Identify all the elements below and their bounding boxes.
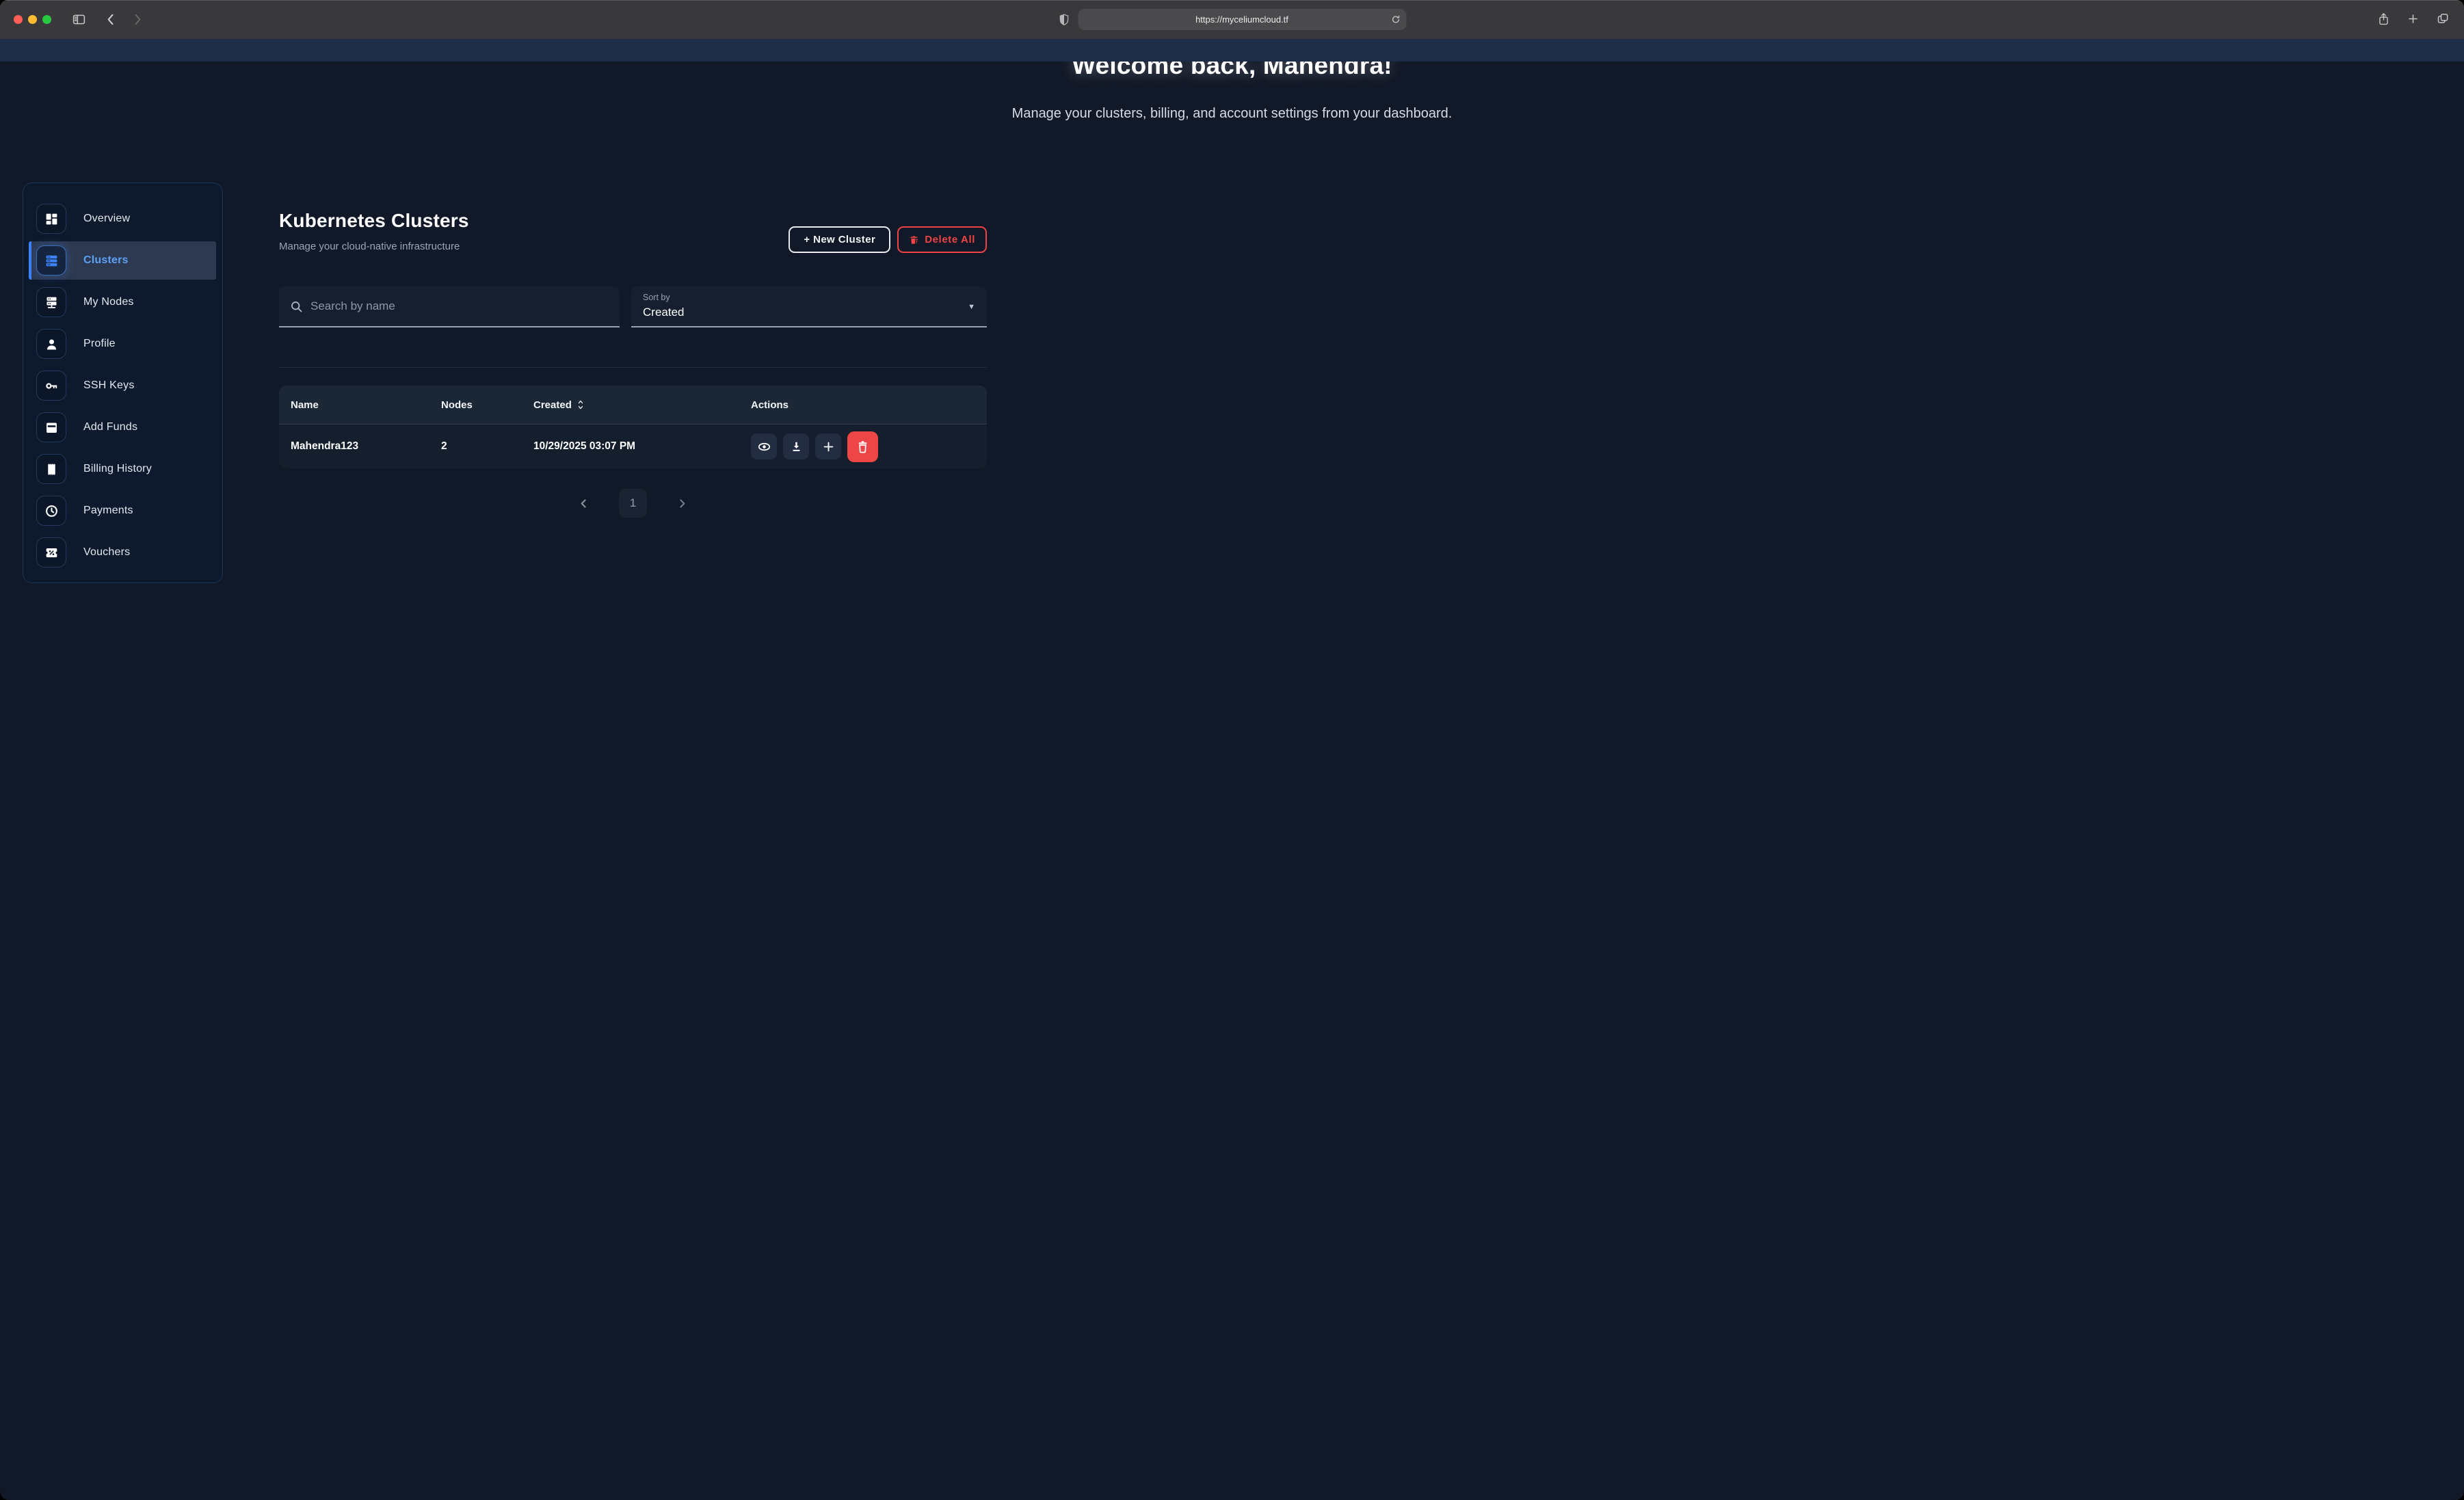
cell-cluster-nodes: 2: [441, 440, 533, 453]
welcome-subtitle: Manage your clusters, billing, and accou…: [0, 106, 2464, 122]
sidebar-item-profile[interactable]: Profile: [29, 325, 216, 363]
dashboard-page: Welcome back, Mahendra! Manage your clus…: [0, 39, 2464, 1500]
browser-toolbar: [0, 0, 2464, 39]
payments-icon: [36, 496, 66, 526]
add-node-button[interactable]: [815, 433, 841, 459]
previous-page-button[interactable]: [578, 497, 589, 510]
sidebar-item-vouchers[interactable]: Vouchers: [29, 533, 216, 572]
browser-window: Welcome back, Mahendra! Manage your clus…: [0, 0, 2464, 1500]
column-header-name: Name: [291, 399, 441, 411]
sort-select[interactable]: Sort by Created ▼: [631, 286, 987, 327]
trash-icon: [856, 440, 870, 454]
clusters-table: Name Nodes Created Actions Mahendra123: [279, 386, 987, 468]
billing-history-icon: [36, 454, 66, 484]
tab-overview-icon[interactable]: [2436, 11, 2450, 27]
privacy-shield-icon[interactable]: [1058, 13, 1070, 27]
column-header-created[interactable]: Created: [533, 399, 751, 411]
sort-arrows-icon: [577, 399, 585, 410]
zoom-window-button[interactable]: [42, 15, 51, 24]
row-actions: [751, 431, 987, 462]
sidebar: Overview Clusters: [23, 183, 223, 583]
sort-value: Created: [643, 306, 684, 319]
ssh-keys-icon: [36, 371, 66, 401]
new-cluster-button[interactable]: + New Cluster: [789, 226, 890, 253]
table-row: Mahendra123 2 10/29/2025 03:07 PM: [279, 425, 987, 468]
main-content: Kubernetes Clusters Manage your cloud-na…: [279, 210, 987, 518]
next-page-button[interactable]: [676, 497, 688, 510]
plus-icon: [822, 440, 835, 453]
clusters-icon: [36, 245, 66, 276]
sort-label: Sort by: [643, 293, 670, 302]
sidebar-item-payments[interactable]: Payments: [29, 492, 216, 530]
sidebar-item-overview[interactable]: Overview: [29, 200, 216, 238]
sidebar-item-ssh-keys[interactable]: SSH Keys: [29, 366, 216, 405]
search-input[interactable]: [279, 286, 620, 326]
download-kubeconfig-button[interactable]: [783, 433, 809, 459]
column-header-actions: Actions: [751, 399, 987, 411]
new-tab-icon[interactable]: [2407, 11, 2420, 27]
reload-icon[interactable]: [1390, 14, 1401, 29]
sidebar-item-my-nodes[interactable]: My Nodes: [29, 283, 216, 321]
vouchers-icon: [36, 537, 66, 567]
add-funds-icon: [36, 412, 66, 442]
page-number[interactable]: 1: [619, 489, 647, 518]
view-cluster-button[interactable]: [751, 433, 777, 459]
window-controls: [14, 15, 51, 24]
page-top-strip: [0, 39, 2464, 62]
sidebar-item-billing-history[interactable]: Billing History: [29, 450, 216, 488]
overview-icon: [36, 204, 66, 234]
my-nodes-icon: [36, 287, 66, 317]
chevron-down-icon: ▼: [968, 303, 975, 311]
address-bar[interactable]: [1078, 9, 1406, 30]
table-header-row: Name Nodes Created Actions: [279, 386, 987, 425]
download-icon: [790, 440, 803, 453]
forward-button[interactable]: [131, 12, 144, 27]
section-divider: [279, 367, 987, 368]
close-window-button[interactable]: [14, 15, 23, 24]
profile-icon: [36, 329, 66, 359]
cell-cluster-created: 10/29/2025 03:07 PM: [533, 440, 751, 453]
back-button[interactable]: [104, 12, 118, 27]
delete-cluster-button[interactable]: [847, 431, 878, 462]
delete-all-trash-icon: [909, 235, 919, 245]
column-header-nodes: Nodes: [441, 399, 533, 411]
minimize-window-button[interactable]: [28, 15, 37, 24]
address-input[interactable]: [1078, 9, 1406, 30]
search-field[interactable]: [279, 286, 620, 327]
share-icon[interactable]: [2377, 11, 2390, 27]
eye-icon: [757, 440, 771, 454]
sidebar-toggle-icon[interactable]: [71, 12, 87, 27]
sidebar-item-clusters[interactable]: Clusters: [29, 241, 216, 280]
pagination: 1: [279, 489, 987, 518]
delete-all-button[interactable]: Delete All: [897, 226, 987, 253]
cell-cluster-name: Mahendra123: [291, 440, 441, 453]
sidebar-item-add-funds[interactable]: Add Funds: [29, 408, 216, 446]
